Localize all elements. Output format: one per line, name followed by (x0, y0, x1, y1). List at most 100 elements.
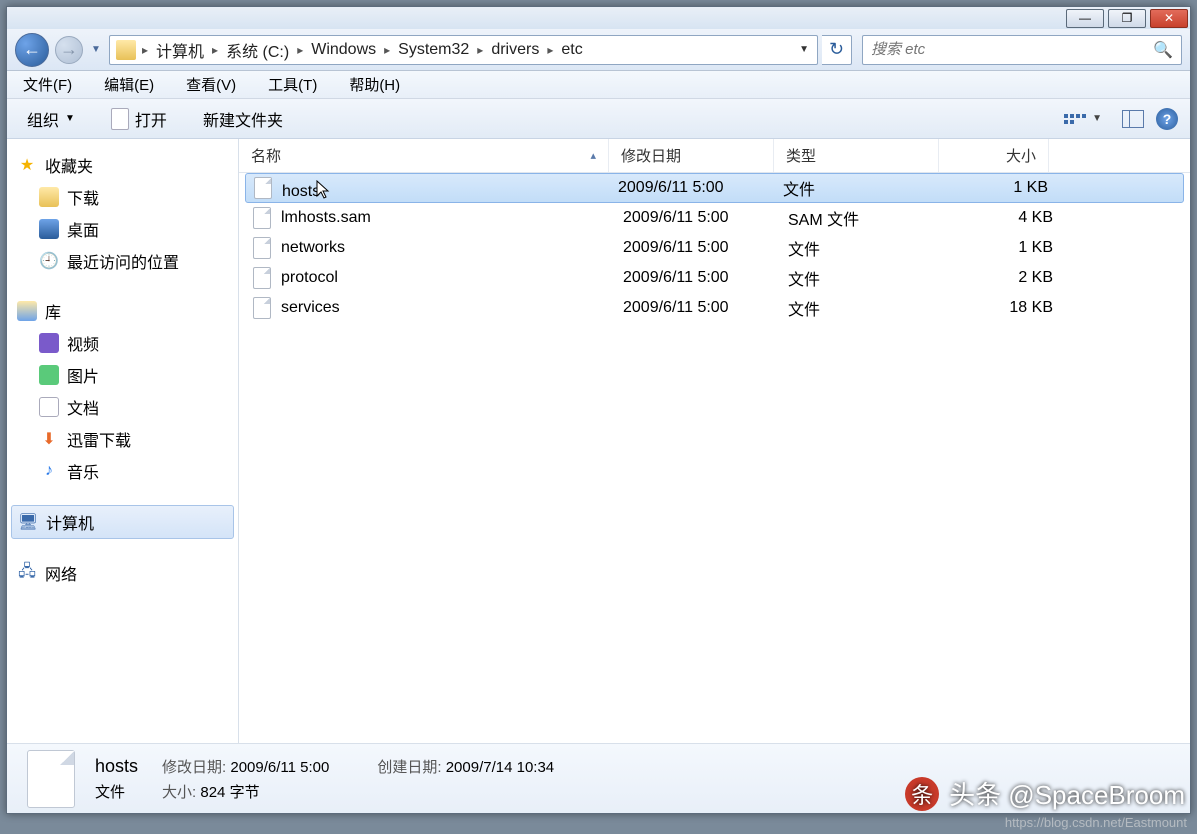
menu-bar: 文件(F) 编辑(E) 查看(V) 工具(T) 帮助(H) (7, 71, 1190, 99)
desktop-icon (39, 219, 59, 239)
file-row[interactable]: protocol2009/6/11 5:00文件2 KB (239, 263, 1190, 293)
minimize-button[interactable]: — (1066, 9, 1104, 28)
column-header-name[interactable]: 名称 (239, 139, 609, 172)
open-button[interactable]: 打开 (103, 103, 175, 135)
crumb-etc[interactable]: etc (555, 36, 588, 64)
watermark-text: 头条 @SpaceBroom (949, 775, 1185, 812)
watermark: 条 头条 @SpaceBroom (905, 775, 1185, 812)
file-size: 1 KB (953, 239, 1053, 257)
file-date: 2009/6/11 5:00 (623, 299, 788, 317)
file-date: 2009/6/11 5:00 (623, 209, 788, 227)
details-created-value: 2009/7/14 10:34 (446, 759, 554, 776)
crumb-windows[interactable]: Windows (305, 36, 382, 64)
column-headers: 名称 修改日期 类型 大小 (239, 139, 1190, 173)
file-name: hosts (282, 176, 618, 201)
file-icon (253, 237, 271, 259)
column-header-date[interactable]: 修改日期 (609, 139, 774, 172)
menu-edit[interactable]: 编辑(E) (96, 72, 162, 97)
maximize-button[interactable]: ❐ (1108, 9, 1146, 28)
file-row[interactable]: services2009/6/11 5:00文件18 KB (239, 293, 1190, 323)
file-type: SAM 文件 (788, 206, 953, 230)
sidebar-item-desktop[interactable]: 桌面 (11, 213, 234, 245)
sidebar-item-videos[interactable]: 视频 (11, 327, 234, 359)
file-icon (253, 267, 271, 289)
refresh-button[interactable]: ↻ (822, 35, 852, 65)
file-row[interactable]: lmhosts.sam2009/6/11 5:00SAM 文件4 KB (239, 203, 1190, 233)
file-icon (254, 177, 272, 199)
file-type: 文件 (788, 236, 953, 260)
sidebar-item-recent[interactable]: 🕘最近访问的位置 (11, 245, 234, 277)
xunlei-icon: ⬇ (39, 429, 59, 449)
column-header-type[interactable]: 类型 (774, 139, 939, 172)
sidebar-item-computer[interactable]: 🖥计算机 (11, 505, 234, 539)
crumb-drivers[interactable]: drivers (485, 36, 545, 64)
sidebar-favorites[interactable]: ★收藏夹 (11, 149, 234, 181)
address-dropdown[interactable]: ▼ (793, 44, 815, 55)
menu-file[interactable]: 文件(F) (15, 72, 80, 97)
history-dropdown[interactable]: ▼ (89, 33, 103, 67)
sidebar-item-music[interactable]: ♪音乐 (11, 455, 234, 487)
search-box[interactable]: 🔍 (862, 35, 1182, 65)
view-icon (1064, 110, 1086, 128)
details-created-label: 创建日期: (377, 759, 441, 776)
chevron-right-icon[interactable]: ▸ (140, 43, 150, 57)
navigation-pane: ★收藏夹 下载 桌面 🕘最近访问的位置 库 视频 图片 文档 ⬇迅雷下载 ♪音乐… (7, 139, 239, 743)
command-bar: 组织 ▼ 打开 新建文件夹 ▼ ? (7, 99, 1190, 139)
details-size-label: 大小: (162, 784, 196, 801)
menu-tools[interactable]: 工具(T) (260, 72, 325, 97)
file-row[interactable]: networks2009/6/11 5:00文件1 KB (239, 233, 1190, 263)
details-mod-value: 2009/6/11 5:00 (230, 759, 329, 776)
watermark-url: https://blog.csdn.net/Eastmount (1005, 815, 1187, 830)
file-type: 文件 (783, 176, 948, 200)
menu-help[interactable]: 帮助(H) (341, 72, 408, 97)
file-size: 4 KB (953, 209, 1053, 227)
organize-button[interactable]: 组织 ▼ (19, 103, 83, 135)
crumb-computer[interactable]: 计算机 (150, 36, 210, 64)
file-icon (27, 750, 75, 808)
file-row[interactable]: hosts2009/6/11 5:00文件1 KB (245, 173, 1184, 203)
sidebar-item-documents[interactable]: 文档 (11, 391, 234, 423)
file-size: 18 KB (953, 299, 1053, 317)
sidebar-item-network[interactable]: 🖧网络 (11, 557, 234, 589)
menu-view[interactable]: 查看(V) (178, 72, 244, 97)
chevron-right-icon[interactable]: ▸ (210, 43, 220, 57)
sidebar-libraries[interactable]: 库 (11, 295, 234, 327)
file-list-pane: 名称 修改日期 类型 大小 hosts2009/6/11 5:00文件1 KBl… (239, 139, 1190, 743)
file-name: services (281, 299, 623, 317)
file-icon (111, 108, 129, 130)
help-button[interactable]: ? (1156, 108, 1178, 130)
crumb-system32[interactable]: System32 (392, 36, 475, 64)
new-folder-button[interactable]: 新建文件夹 (195, 103, 291, 135)
view-options-button[interactable]: ▼ (1056, 106, 1110, 132)
video-icon (39, 333, 59, 353)
sidebar-item-xunlei[interactable]: ⬇迅雷下载 (11, 423, 234, 455)
file-icon (253, 297, 271, 319)
search-input[interactable] (871, 41, 1153, 58)
titlebar[interactable]: — ❐ ✕ (7, 7, 1190, 29)
file-date: 2009/6/11 5:00 (623, 269, 788, 287)
library-icon (17, 301, 37, 321)
back-button[interactable]: ← (15, 33, 49, 67)
search-icon[interactable]: 🔍 (1153, 40, 1173, 60)
chevron-right-icon[interactable]: ▸ (475, 43, 485, 57)
sidebar-item-downloads[interactable]: 下载 (11, 181, 234, 213)
chevron-right-icon[interactable]: ▸ (545, 43, 555, 57)
preview-pane-button[interactable] (1122, 110, 1144, 128)
explorer-window: — ❐ ✕ ← → ▼ ▸ 计算机 ▸ 系统 (C:) ▸ Windows ▸ … (6, 6, 1191, 814)
sidebar-item-pictures[interactable]: 图片 (11, 359, 234, 391)
chevron-right-icon[interactable]: ▸ (295, 43, 305, 57)
address-bar[interactable]: ▸ 计算机 ▸ 系统 (C:) ▸ Windows ▸ System32 ▸ d… (109, 35, 818, 65)
close-button[interactable]: ✕ (1150, 9, 1188, 28)
network-icon: 🖧 (17, 563, 37, 583)
file-name: protocol (281, 269, 623, 287)
recent-icon: 🕘 (39, 251, 59, 271)
column-header-size[interactable]: 大小 (939, 139, 1049, 172)
details-mod-label: 修改日期: (162, 759, 226, 776)
computer-icon: 🖥 (18, 512, 38, 532)
star-icon: ★ (17, 155, 37, 175)
crumb-drive-c[interactable]: 系统 (C:) (220, 36, 295, 64)
file-rows: hosts2009/6/11 5:00文件1 KBlmhosts.sam2009… (239, 173, 1190, 743)
forward-button[interactable]: → (55, 36, 83, 64)
chevron-right-icon[interactable]: ▸ (382, 43, 392, 57)
documents-icon (39, 397, 59, 417)
